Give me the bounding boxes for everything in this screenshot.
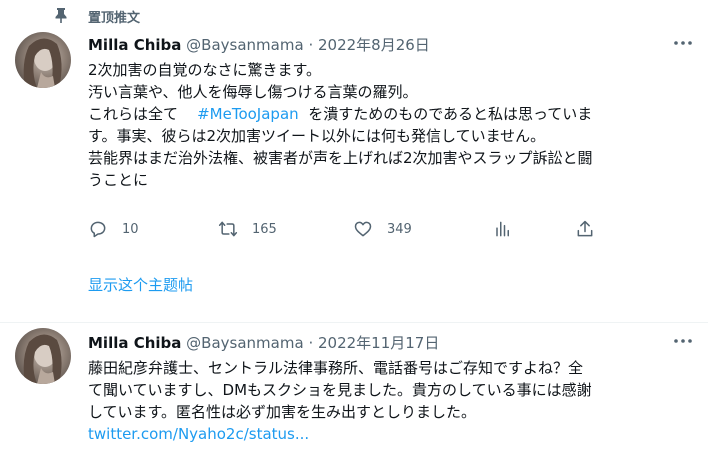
tweet-text: 藤田紀彦弁護士、セントラル法律事務所、電話番号はご存知ですよね？全 て聞いていま… bbox=[88, 357, 693, 445]
tweet-date[interactable]: 2022年8月26日 bbox=[318, 36, 430, 54]
tweet-line: うことに bbox=[88, 171, 149, 189]
tweet-line: 芸能界はまだ治外法権、被害者が声を上げれば2次加害やスラップ訴訟と闘 bbox=[88, 149, 593, 167]
tweet-date[interactable]: 2022年11月17日 bbox=[318, 334, 439, 352]
avatar-image bbox=[23, 334, 62, 384]
author-name[interactable]: Milla Chiba bbox=[88, 36, 181, 54]
tweet-line: て聞いていますし、DMもスクショを見ました。貴方のしている事には感謝 bbox=[88, 381, 592, 399]
separator-dot: · bbox=[308, 36, 314, 54]
tweet-line: 2次加害の自覚のなさに驚きます。 bbox=[88, 61, 322, 79]
author-handle[interactable]: @Baysanmama bbox=[186, 334, 303, 352]
tweet-link[interactable]: twitter.com/Nyaho2c/status... bbox=[88, 423, 693, 445]
retweet-icon bbox=[218, 221, 238, 237]
hashtag-link[interactable]: #MeTooJapan bbox=[197, 105, 299, 123]
retweet-button[interactable]: 165 bbox=[218, 218, 277, 240]
author-handle[interactable]: @Baysanmama bbox=[186, 36, 303, 54]
divider bbox=[0, 322, 708, 323]
tweet-line: しています。匿名性は必ず加害を生み出すとしりました。 bbox=[88, 403, 477, 421]
tweet-line: す。事実、彼らは2次加害ツイート以外には何も発信していません。 bbox=[88, 127, 546, 145]
reply-count: 10 bbox=[122, 221, 139, 237]
analytics-button[interactable] bbox=[492, 218, 512, 240]
tweet-line-part: これらは全て bbox=[88, 105, 179, 123]
analytics-icon bbox=[496, 221, 509, 237]
separator-dot: · bbox=[308, 334, 314, 352]
retweet-count: 165 bbox=[252, 221, 277, 237]
reply-icon bbox=[90, 221, 106, 238]
tweet[interactable]: Milla Chiba @Baysanmama · 2022年11月17日 藤田… bbox=[0, 326, 708, 458]
more-icon[interactable] bbox=[672, 36, 694, 50]
share-icon bbox=[577, 220, 593, 237]
tweet-text: 2次加害の自覚のなさに驚きます。 汚い言葉や、他人を侮辱し傷つける言葉の羅列。 … bbox=[88, 59, 693, 191]
author-name[interactable]: Milla Chiba bbox=[88, 334, 181, 352]
heart-icon bbox=[354, 221, 372, 237]
avatar-image bbox=[23, 38, 62, 88]
tweet[interactable]: Milla Chiba @Baysanmama · 2022年8月26日 2次加… bbox=[0, 28, 708, 324]
tweet-line: 藤田紀彦弁護士、セントラル法律事務所、電話番号はご存知ですよね？全 bbox=[88, 359, 584, 377]
share-button[interactable] bbox=[575, 218, 595, 240]
like-count: 349 bbox=[387, 221, 412, 237]
more-icon[interactable] bbox=[672, 334, 694, 348]
tweet-line-part: を潰すためのものであると私は思っていま bbox=[308, 105, 593, 123]
reply-button[interactable]: 10 bbox=[88, 218, 139, 240]
avatar[interactable] bbox=[15, 328, 71, 384]
like-button[interactable]: 349 bbox=[353, 218, 412, 240]
tweet-header: Milla Chiba @Baysanmama · 2022年8月26日 bbox=[88, 34, 430, 55]
tweet-actions: 10 165 349 bbox=[88, 218, 688, 240]
tweet-line: これらは全て #MeTooJapan を潰すためのものであると私は思っていま bbox=[88, 103, 693, 125]
show-thread-link[interactable]: 显示这个主题帖 bbox=[88, 274, 193, 295]
pin-icon bbox=[55, 8, 67, 23]
avatar[interactable] bbox=[15, 32, 71, 88]
pinned-label: 置顶推文 bbox=[88, 11, 141, 26]
tweet-header: Milla Chiba @Baysanmama · 2022年11月17日 bbox=[88, 332, 439, 353]
tweet-line: 汚い言葉や、他人を侮辱し傷つける言葉の羅列。 bbox=[88, 83, 418, 101]
